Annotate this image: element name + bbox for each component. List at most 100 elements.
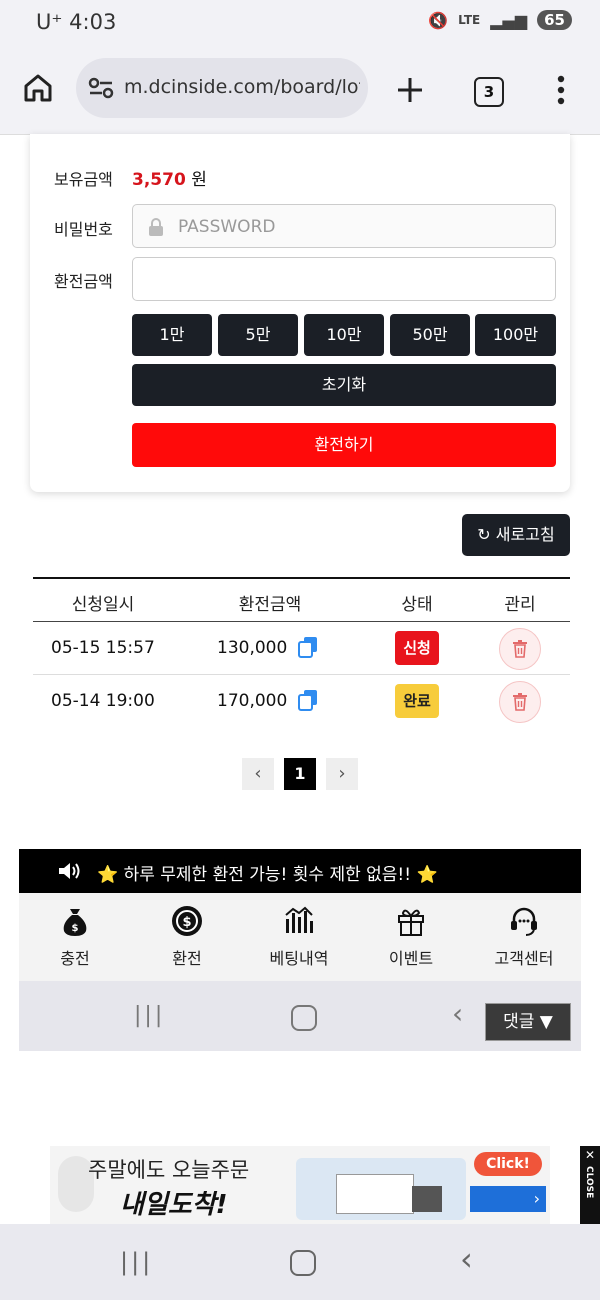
embedded-system-navbar: ||| ‹ 댓글 ▼ bbox=[19, 981, 581, 1051]
amount-1man-button[interactable]: 1만 bbox=[132, 314, 212, 356]
home-button[interactable] bbox=[290, 1250, 316, 1276]
bar-chart-icon bbox=[285, 906, 313, 933]
delivery-truck-image bbox=[296, 1158, 466, 1220]
row-amount: 130,000 bbox=[217, 638, 288, 658]
home-icon[interactable] bbox=[22, 72, 54, 104]
url-bar[interactable]: m.dcinside.com/board/lot bbox=[76, 58, 368, 118]
nav-charge-label: 충전 bbox=[60, 949, 90, 968]
notice-text: ⭐ 하루 무제한 환전 가능! 횟수 제한 없음!! ⭐ bbox=[97, 865, 438, 885]
balance-label: 보유금액 bbox=[54, 170, 113, 189]
trash-icon bbox=[513, 640, 527, 658]
pagination-next-button[interactable]: › bbox=[326, 758, 358, 790]
amount-50man-button[interactable]: 50만 bbox=[390, 314, 470, 356]
nav-event[interactable]: 이벤트 bbox=[361, 905, 461, 969]
signal-icon: ▂▄▆ bbox=[490, 10, 528, 30]
ad-banner[interactable]: 주말에도 오늘주문 내일도착! Click! › bbox=[50, 1146, 550, 1224]
header-date: 신청일시 bbox=[71, 595, 135, 615]
close-icon: ✕ bbox=[585, 1148, 596, 1162]
nav-customer-center-label: 고객센터 bbox=[494, 949, 554, 968]
comment-button[interactable]: 댓글 ▼ bbox=[485, 1003, 571, 1041]
copy-icon[interactable] bbox=[297, 689, 319, 711]
svg-text:$: $ bbox=[72, 923, 79, 934]
nav-exchange-label: 환전 bbox=[172, 949, 202, 968]
truck-body bbox=[336, 1174, 414, 1214]
notice-banner: ⭐ 하루 무제한 환전 가능! 횟수 제한 없음!! ⭐ bbox=[19, 849, 581, 893]
pagination-current-page[interactable]: 1 bbox=[284, 758, 316, 790]
chevron-left-icon: ‹ bbox=[254, 763, 262, 784]
amount-field[interactable] bbox=[132, 257, 556, 301]
delete-button[interactable] bbox=[499, 628, 541, 670]
back-button[interactable]: ‹ bbox=[460, 1240, 473, 1278]
ad-click-badge[interactable]: Click! bbox=[474, 1152, 542, 1176]
chevron-right-icon: › bbox=[533, 1189, 540, 1208]
nav-customer-center[interactable]: 고객센터 bbox=[474, 905, 574, 969]
refresh-icon: ↻ bbox=[477, 525, 491, 544]
amount-100man-button[interactable]: 100만 bbox=[475, 314, 556, 356]
bottom-nav: $ 충전 $ 환전 베팅내역 이벤트 고객센터 bbox=[19, 893, 581, 981]
exchange-submit-button[interactable]: 환전하기 bbox=[132, 423, 556, 467]
home-circle-icon bbox=[291, 1005, 317, 1031]
back-icon: ‹ bbox=[452, 997, 464, 1030]
balance-display: 3,570 원 bbox=[132, 165, 207, 190]
site-settings-icon[interactable] bbox=[88, 76, 114, 100]
nav-event-label: 이벤트 bbox=[388, 949, 434, 968]
status-icons: 🔇 LTE ▂▄▆ 65 bbox=[428, 10, 572, 30]
header-manage: 관리 bbox=[504, 595, 536, 615]
amount-5man-button[interactable]: 5만 bbox=[218, 314, 298, 356]
table-row: 05-15 15:57 130,000 신청 bbox=[33, 622, 570, 674]
gift-icon bbox=[398, 909, 424, 936]
ad-cta-button[interactable]: › bbox=[470, 1186, 546, 1212]
battery-indicator: 65 bbox=[537, 10, 572, 30]
reset-button[interactable]: 초기화 bbox=[132, 364, 556, 406]
ad-close-button[interactable]: ✕ CLOSE bbox=[580, 1146, 600, 1224]
header-amount: 환전금액 bbox=[238, 595, 302, 615]
mute-icon: 🔇 bbox=[428, 10, 449, 30]
row-date: 05-14 19:00 bbox=[51, 691, 155, 711]
tab-switcher-button[interactable]: 3 bbox=[474, 77, 504, 107]
money-bag-icon: $ bbox=[63, 909, 87, 936]
refresh-button[interactable]: ↻ 새로고침 bbox=[462, 514, 570, 556]
pagination-prev-button[interactable]: ‹ bbox=[242, 758, 274, 790]
more-menu-icon[interactable] bbox=[556, 74, 566, 106]
password-placeholder: PASSWORD bbox=[178, 217, 276, 237]
copy-icon[interactable] bbox=[297, 636, 319, 658]
ad-line2: 내일도착! bbox=[120, 1190, 228, 1220]
row-amount: 170,000 bbox=[217, 691, 288, 711]
status-badge: 완료 bbox=[395, 684, 439, 718]
trash-icon bbox=[513, 693, 527, 711]
truck-cab bbox=[412, 1186, 442, 1212]
nav-betting-history[interactable]: 베팅내역 bbox=[249, 905, 349, 969]
status-bar: U⁺ 4:03 🔇 LTE ▂▄▆ 65 bbox=[0, 0, 600, 50]
refresh-label: 새로고침 bbox=[495, 525, 555, 544]
url-text: m.dcinside.com/board/lot bbox=[124, 76, 360, 98]
nav-betting-history-label: 베팅내역 bbox=[269, 949, 329, 968]
headset-icon bbox=[511, 907, 537, 936]
lock-icon bbox=[149, 218, 163, 236]
recents-button[interactable]: ||| bbox=[120, 1248, 153, 1276]
recents-icon: ||| bbox=[134, 1003, 166, 1028]
speaker-icon bbox=[59, 863, 80, 879]
password-label: 비밀번호 bbox=[54, 220, 113, 239]
system-navbar: ||| ‹ bbox=[0, 1224, 600, 1300]
row-date: 05-15 15:57 bbox=[51, 638, 155, 658]
amount-label: 환전금액 bbox=[54, 272, 113, 291]
svg-text:$: $ bbox=[182, 915, 191, 930]
delete-button[interactable] bbox=[499, 681, 541, 723]
amount-10man-button[interactable]: 10만 bbox=[304, 314, 384, 356]
network-label: LTE bbox=[458, 13, 481, 27]
balance-unit: 원 bbox=[191, 170, 207, 190]
dollar-coin-icon: $ bbox=[172, 906, 202, 936]
nav-charge[interactable]: $ 충전 bbox=[25, 905, 125, 969]
ad-close-label: CLOSE bbox=[584, 1166, 594, 1199]
new-tab-icon[interactable] bbox=[396, 76, 424, 104]
table-top-border bbox=[33, 577, 570, 579]
status-badge: 신청 bbox=[395, 631, 439, 665]
header-status: 상태 bbox=[401, 595, 433, 615]
nav-exchange[interactable]: $ 환전 bbox=[137, 905, 237, 969]
password-field[interactable]: PASSWORD bbox=[132, 204, 556, 248]
browser-toolbar: m.dcinside.com/board/lot 3 bbox=[0, 50, 600, 135]
table-row: 05-14 19:00 170,000 완료 bbox=[33, 675, 570, 727]
ad-line1: 주말에도 오늘주문 bbox=[88, 1158, 250, 1182]
exchange-form-card: 보유금액 3,570 원 비밀번호 PASSWORD 환전금액 1만 5만 10… bbox=[30, 134, 570, 492]
balance-value: 3,570 bbox=[132, 170, 186, 190]
